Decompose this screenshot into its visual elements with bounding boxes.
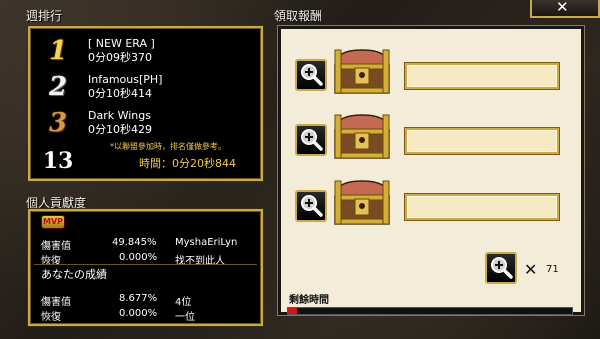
item-zoom-button[interactable] <box>485 252 517 284</box>
your-heal-label: 恢復 <box>41 312 61 323</box>
mvp-badge: MVP <box>41 215 65 229</box>
rank-row-1[interactable]: 1 [ NEW ERA ] 0分09秒370 <box>38 36 155 66</box>
rank-number: 2 <box>48 72 68 102</box>
divider <box>34 264 257 265</box>
rank-info: [ NEW ERA ] 0分09秒370 <box>88 37 155 65</box>
rank-number: 3 <box>48 108 68 138</box>
magnifier-plus-icon <box>301 195 323 217</box>
team-time: 0分10秒414 <box>88 87 152 100</box>
reward-zoom-button-2[interactable] <box>295 124 327 156</box>
reward-zoom-button-1[interactable] <box>295 59 327 91</box>
weekly-ranking-title: 週排行 <box>26 9 63 23</box>
mvp-heal-value: 0.000% <box>119 252 158 263</box>
magnifier-plus-icon <box>301 64 323 86</box>
your-heal-rank: 一位 <box>175 312 195 323</box>
rank-row-3[interactable]: 3 Dark Wings 0分10秒429 <box>38 108 152 138</box>
mvp-player-name: MyshaEriLyn <box>175 237 238 248</box>
rank-info: Dark Wings 0分10秒429 <box>88 109 152 137</box>
magnifier-plus-icon <box>301 129 323 151</box>
item-count: 71 <box>546 264 559 275</box>
team-name: Dark Wings <box>88 109 151 122</box>
contribution-panel: MVP 傷害值 49.845% MyshaEriLyn 恢復 0.000% 找不… <box>28 209 263 326</box>
team-time: 0分10秒429 <box>88 123 152 136</box>
ranking-note: *以聯盟參加時，排名僅做參考。 <box>110 142 226 151</box>
magnifier-plus-icon <box>491 257 513 279</box>
rank-info: Infamous[PH] 0分10秒414 <box>88 73 162 101</box>
your-results-title: あなたの成績 <box>41 268 107 281</box>
remaining-time-bar <box>287 307 573 315</box>
team-name: [ NEW ERA ] <box>88 37 155 50</box>
multiply-icon: ✕ <box>524 260 538 279</box>
weekly-ranking-panel: 1 [ NEW ERA ] 0分09秒370 2 Infamous[PH] 0分… <box>28 26 263 181</box>
your-damage-value: 8.677% <box>119 293 158 304</box>
reward-zoom-button-3[interactable] <box>295 190 327 222</box>
own-time: 時間：0分20秒844 <box>139 157 236 170</box>
reward-slot-2 <box>405 128 559 154</box>
your-damage-rank: 4位 <box>175 297 192 308</box>
mvp-damage-value: 49.845% <box>112 237 157 248</box>
close-frame: ✕ <box>530 0 600 18</box>
mvp-damage-label: 傷害值 <box>41 241 71 252</box>
close-button[interactable]: ✕ <box>556 0 569 16</box>
your-damage-label: 傷害值 <box>41 297 71 308</box>
team-time: 0分09秒370 <box>88 51 152 64</box>
rank-row-2[interactable]: 2 Infamous[PH] 0分10秒414 <box>38 72 163 102</box>
reward-slot-1 <box>405 63 559 89</box>
own-rank-number: 13 <box>42 148 74 174</box>
rewards-title: 領取報酬 <box>274 9 323 23</box>
team-name: Infamous[PH] <box>88 73 163 86</box>
rewards-panel: ✕ 71 剩餘時間 <box>278 26 584 315</box>
reward-slot-3 <box>405 194 559 220</box>
remaining-time-fill <box>288 308 297 314</box>
treasure-chest-icon <box>334 49 390 94</box>
own-rank-row: 13 <box>38 146 78 176</box>
treasure-chest-icon <box>334 180 390 225</box>
your-heal-value: 0.000% <box>119 308 158 319</box>
treasure-chest-icon <box>334 114 390 159</box>
rank-number: 1 <box>48 36 68 66</box>
remaining-time-label: 剩餘時間 <box>289 295 329 306</box>
